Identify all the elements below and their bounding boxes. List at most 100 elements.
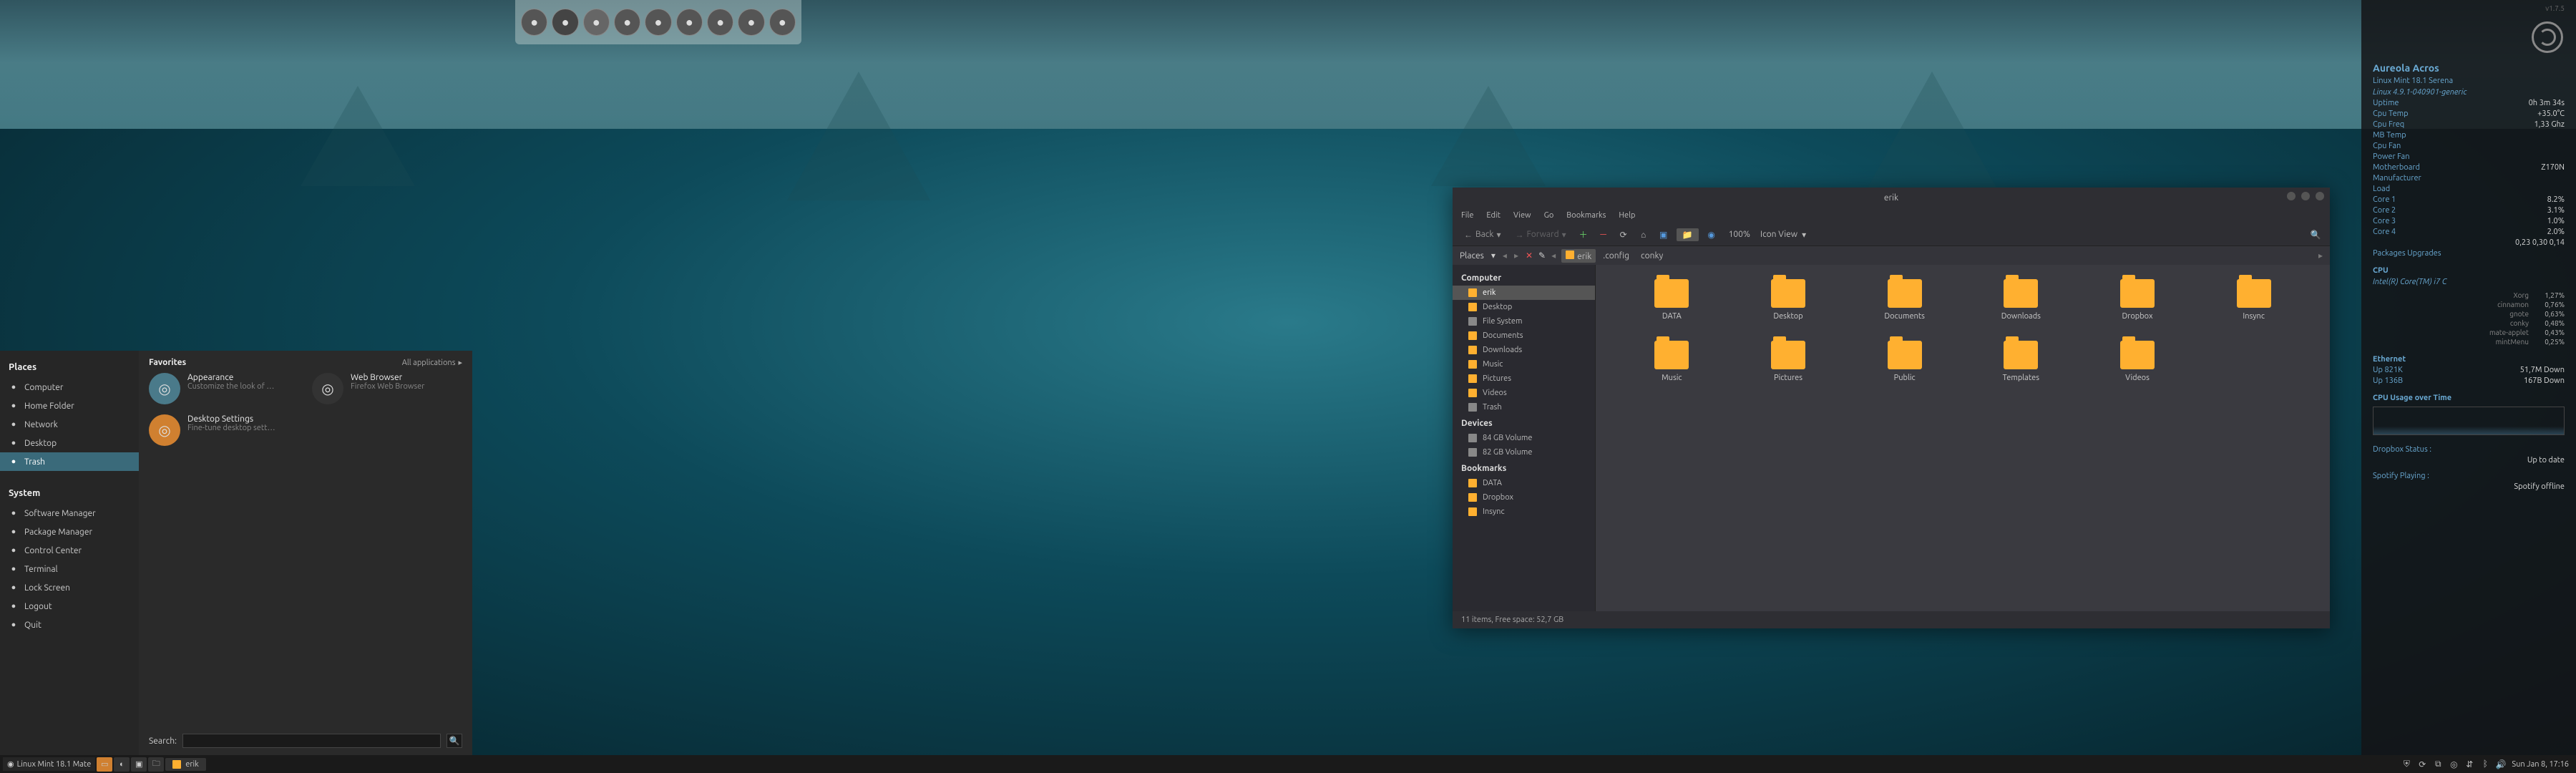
- taskbar-clock[interactable]: Sun Jan 8, 17:16: [2512, 760, 2569, 769]
- location-chip[interactable]: 📁: [1677, 228, 1699, 241]
- system-item-package-manager[interactable]: ●Package Manager: [0, 522, 139, 541]
- quick-files-icon[interactable]: 🗀: [148, 757, 164, 772]
- sidebar-computer-documents[interactable]: Documents: [1453, 329, 1595, 343]
- chevron-down-icon[interactable]: ▾: [1802, 230, 1806, 240]
- view-mode-select[interactable]: Icon View: [1760, 230, 1797, 239]
- tray-insync-icon[interactable]: ◎: [2449, 759, 2459, 769]
- folder-public[interactable]: Public: [1850, 341, 1959, 382]
- tray-update-icon[interactable]: ⟳: [2417, 759, 2427, 769]
- dock-skype-icon[interactable]: ●: [769, 9, 796, 36]
- reload-icon[interactable]: ⟳: [1616, 228, 1631, 242]
- show-desktop-button[interactable]: ▭: [97, 757, 112, 772]
- dock-chromium-icon[interactable]: ●: [614, 9, 640, 36]
- all-applications-link[interactable]: All applications ▸: [402, 358, 462, 367]
- system-item-control-center[interactable]: ●Control Center: [0, 541, 139, 560]
- favorite-appearance[interactable]: ◎AppearanceCustomize the look of …: [149, 373, 299, 404]
- tray-bluetooth-icon[interactable]: ᛒ: [2480, 759, 2490, 769]
- tray-dropbox-icon[interactable]: ⧉: [2433, 759, 2443, 769]
- menu-go[interactable]: Go: [1544, 211, 1554, 220]
- path-close-icon[interactable]: ✕: [1526, 251, 1533, 261]
- dock-steam-icon[interactable]: ●: [552, 9, 578, 36]
- menu-help[interactable]: Help: [1619, 211, 1635, 220]
- search-go-button[interactable]: 🔍: [447, 734, 462, 748]
- folder-templates[interactable]: Templates: [1966, 341, 2076, 382]
- zoom-level[interactable]: 100%: [1724, 230, 1755, 239]
- sidebar-computer-file-system[interactable]: File System: [1453, 314, 1595, 329]
- menu-view[interactable]: View: [1513, 211, 1531, 220]
- path-fwd-icon[interactable]: ▸: [1514, 251, 1518, 261]
- sidebar-computer-trash[interactable]: Trash: [1453, 400, 1595, 414]
- folder-videos[interactable]: Videos: [2083, 341, 2192, 382]
- chevron-down-icon[interactable]: ▾: [1491, 251, 1496, 261]
- sidebar-device-84-gb-volume[interactable]: 84 GB Volume: [1453, 431, 1595, 445]
- chevron-down-icon[interactable]: ▾: [1562, 230, 1566, 240]
- places-item-trash[interactable]: ●Trash: [0, 452, 139, 471]
- sidebar-bookmark-dropbox[interactable]: Dropbox: [1453, 490, 1595, 505]
- path-prev-icon[interactable]: ◂: [1551, 251, 1556, 261]
- sidebar-computer-downloads[interactable]: Downloads: [1453, 343, 1595, 357]
- sidebar-computer-desktop[interactable]: Desktop: [1453, 300, 1595, 314]
- path-places-label[interactable]: Places: [1460, 251, 1484, 261]
- taskbar-task-erik[interactable]: erik: [165, 758, 205, 771]
- sidebar-computer-pictures[interactable]: Pictures: [1453, 371, 1595, 386]
- menu-file[interactable]: File: [1461, 211, 1473, 220]
- chevron-down-icon[interactable]: ▾: [1496, 230, 1501, 240]
- system-item-software-manager[interactable]: ●Software Manager: [0, 504, 139, 522]
- sidebar-device-82-gb-volume[interactable]: 82 GB Volume: [1453, 445, 1595, 460]
- sidebar-computer-videos[interactable]: Videos: [1453, 386, 1595, 400]
- path-next-icon[interactable]: ▸: [2318, 251, 2323, 261]
- path-back-icon[interactable]: ◂: [1503, 251, 1507, 261]
- tray-shield-icon[interactable]: ⛨: [2401, 759, 2411, 769]
- remove-icon[interactable]: －: [1596, 228, 1611, 242]
- folder-dropbox[interactable]: Dropbox: [2083, 279, 2192, 321]
- dock-terminal-icon[interactable]: ●: [583, 9, 610, 36]
- breadcrumb-.config[interactable]: .config: [1599, 250, 1634, 262]
- places-item-network[interactable]: ●Network: [0, 415, 139, 434]
- dock-files-icon[interactable]: ●: [676, 9, 703, 36]
- tray-volume-icon[interactable]: 🔊: [2496, 759, 2506, 769]
- file-view[interactable]: DATADesktopDocumentsDownloadsDropboxInsy…: [1596, 265, 2330, 611]
- places-item-desktop[interactable]: ●Desktop: [0, 434, 139, 452]
- path-edit-icon[interactable]: ✎: [1538, 251, 1546, 261]
- folder-pictures[interactable]: Pictures: [1734, 341, 1843, 382]
- folder-data[interactable]: DATA: [1617, 279, 1727, 321]
- system-item-quit[interactable]: ●Quit: [0, 616, 139, 634]
- quick-terminal-icon[interactable]: ▣: [131, 757, 147, 772]
- folder-documents[interactable]: Documents: [1850, 279, 1959, 321]
- window-close-button[interactable]: [2316, 192, 2324, 200]
- sidebar-bookmark-insync[interactable]: Insync: [1453, 505, 1595, 519]
- add-icon[interactable]: ＋: [1576, 228, 1591, 242]
- breadcrumb-conky[interactable]: conky: [1636, 250, 1667, 262]
- folder-downloads[interactable]: Downloads: [1966, 279, 2076, 321]
- stop-icon[interactable]: ◉: [1704, 228, 1719, 242]
- places-item-home-folder[interactable]: ●Home Folder: [0, 397, 139, 415]
- system-item-lock-screen[interactable]: ●Lock Screen: [0, 578, 139, 597]
- dock-screenshot-icon[interactable]: ●: [707, 9, 733, 36]
- folder-desktop[interactable]: Desktop: [1734, 279, 1843, 321]
- dock-firefox-icon[interactable]: ●: [521, 9, 547, 36]
- tray-network-icon[interactable]: ⇵: [2464, 759, 2474, 769]
- dock-twitter-icon[interactable]: ●: [645, 9, 671, 36]
- sidebar-computer-music[interactable]: Music: [1453, 357, 1595, 371]
- home-icon[interactable]: ⌂: [1636, 228, 1651, 242]
- sidebar-computer-erik[interactable]: erik: [1453, 286, 1595, 300]
- search-input[interactable]: [182, 734, 441, 748]
- sidebar-bookmark-data[interactable]: DATA: [1453, 476, 1595, 490]
- breadcrumb-erik[interactable]: erik: [1561, 249, 1596, 263]
- favorite-web-browser[interactable]: ◎Web BrowserFirefox Web Browser: [312, 373, 462, 404]
- menu-edit[interactable]: Edit: [1486, 211, 1501, 220]
- computer-icon[interactable]: ▣: [1657, 228, 1671, 242]
- places-item-computer[interactable]: ●Computer: [0, 378, 139, 397]
- dock-sublime-icon[interactable]: ●: [738, 9, 764, 36]
- window-minimize-button[interactable]: [2287, 192, 2296, 200]
- system-item-logout[interactable]: ●Logout: [0, 597, 139, 616]
- system-item-terminal[interactable]: ●Terminal: [0, 560, 139, 578]
- folder-music[interactable]: Music: [1617, 341, 1727, 382]
- quick-firefox-icon[interactable]: ◐: [114, 757, 130, 772]
- start-button[interactable]: ◉ Linux Mint 18.1 Mate: [3, 757, 95, 771]
- search-icon[interactable]: 🔍: [2308, 228, 2323, 242]
- menu-bookmarks[interactable]: Bookmarks: [1566, 211, 1606, 220]
- favorite-desktop-settings[interactable]: ◎Desktop SettingsFine-tune desktop sett…: [149, 414, 299, 446]
- window-titlebar[interactable]: erik: [1453, 188, 2330, 208]
- folder-insync[interactable]: Insync: [2199, 279, 2308, 321]
